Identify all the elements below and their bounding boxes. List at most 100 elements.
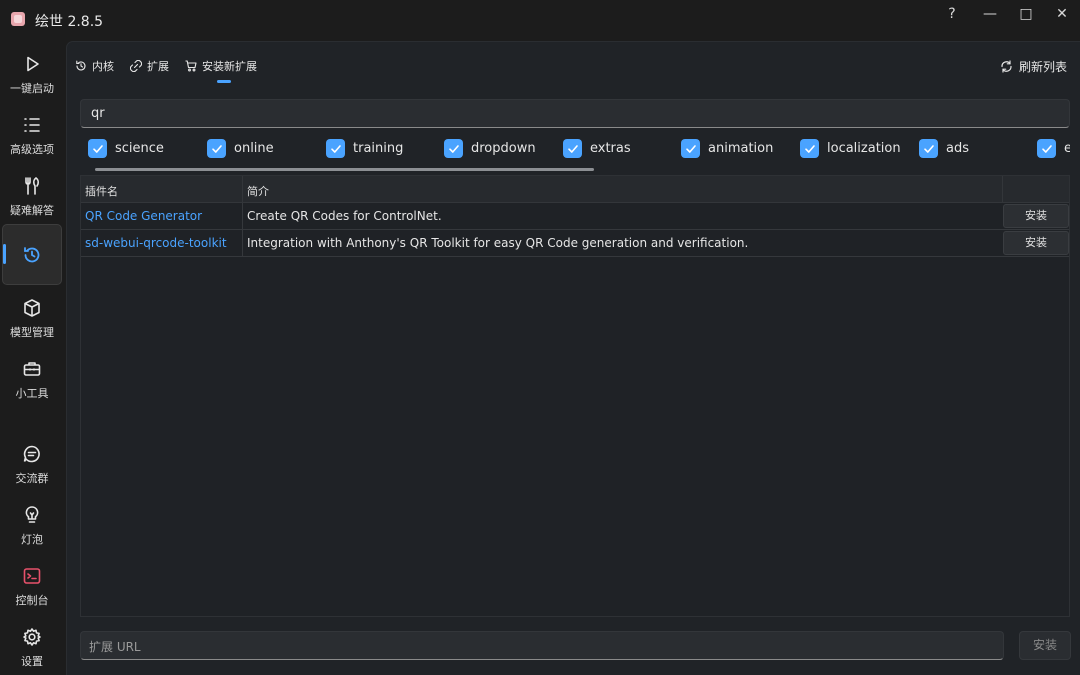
checkbox-checked[interactable] [919, 139, 938, 158]
tag-filter[interactable]: dropdown [444, 139, 536, 158]
checkbox-checked[interactable] [1037, 139, 1056, 158]
main-panel: 内核 扩展 安装新扩展 刷新列表 qr science online train… [66, 41, 1080, 675]
sidebar-item-label: 控制台 [15, 594, 49, 607]
tag-label: science [115, 141, 164, 156]
sidebar-item-lightbulb[interactable]: 灯泡 [0, 505, 64, 547]
tag-label: training [353, 141, 404, 156]
install-extension-button[interactable]: 安装 [1003, 204, 1069, 228]
check-icon [685, 144, 696, 153]
install-url-button[interactable]: 安装 [1019, 631, 1071, 660]
tag-filter[interactable]: extras [563, 139, 631, 158]
check-icon [330, 144, 341, 153]
table-row: QR Code Generator Create QR Codes for Co… [81, 203, 1069, 230]
tab-extensions[interactable]: 扩展 [130, 58, 169, 74]
install-extension-button[interactable]: 安装 [1003, 231, 1069, 255]
column-divider [1002, 176, 1003, 203]
column-header-description: 简介 [247, 185, 269, 198]
tab-label: 扩展 [147, 60, 169, 73]
column-divider [242, 230, 243, 257]
sidebar-item-label: 灯泡 [21, 533, 43, 546]
refresh-icon [1001, 60, 1012, 73]
sidebar-item-settings[interactable]: 设置 [0, 627, 64, 669]
tag-label: ads [946, 141, 969, 156]
extension-description: Create QR Codes for ControlNet. [247, 209, 442, 223]
tag-filter[interactable]: e [1037, 139, 1070, 158]
tag-filter[interactable]: online [207, 139, 274, 158]
minimize-button[interactable]: — [974, 4, 1006, 24]
sidebar-item-label: 交流群 [15, 472, 49, 485]
tag-label: extras [590, 141, 631, 156]
maximize-button[interactable]: □ [1010, 4, 1042, 24]
tab-install-new[interactable]: 安装新扩展 [185, 58, 257, 74]
cart-icon [185, 60, 197, 72]
sidebar-item-label: 模型管理 [10, 326, 54, 339]
extension-name-link[interactable]: QR Code Generator [85, 209, 202, 223]
tag-label: e [1064, 141, 1070, 156]
horizontal-scrollbar[interactable] [95, 168, 594, 171]
sidebar-item-launch[interactable]: 一键启动 [0, 54, 64, 96]
checkbox-checked[interactable] [681, 139, 700, 158]
tag-label: animation [708, 141, 774, 156]
table-header: 插件名 简介 [81, 176, 1069, 203]
check-icon [1041, 144, 1052, 153]
sidebar-item-label: 设置 [21, 655, 43, 668]
tab-kernel[interactable]: 内核 [75, 58, 114, 74]
check-icon [804, 144, 815, 153]
sidebar-item-troubleshoot[interactable]: 疑难解答 [0, 176, 64, 218]
chat-icon [23, 445, 40, 463]
checkbox-checked[interactable] [207, 139, 226, 158]
extension-description: Integration with Anthony's QR Toolkit fo… [247, 236, 749, 250]
extension-name-link[interactable]: sd-webui-qrcode-toolkit [85, 236, 227, 250]
list-icon [24, 118, 40, 132]
tag-filter[interactable]: localization [800, 139, 901, 158]
column-divider [242, 203, 243, 230]
check-icon [92, 144, 103, 153]
tag-filter[interactable]: ads [919, 139, 969, 158]
checkbox-checked[interactable] [800, 139, 819, 158]
sidebar-item-label: 疑难解答 [10, 204, 54, 217]
tab-label: 内核 [92, 60, 114, 73]
tab-label: 安装新扩展 [202, 60, 257, 73]
sidebar-item-tools[interactable]: 小工具 [0, 359, 64, 401]
checkbox-checked[interactable] [563, 139, 582, 158]
tag-filter[interactable]: training [326, 139, 403, 158]
sidebar-item-models[interactable]: 模型管理 [0, 298, 64, 340]
sidebar-item-label: 高级选项 [10, 143, 54, 156]
sidebar-item-history[interactable] [0, 245, 64, 265]
title-bar: 绘世 2.8.5 ? — □ ✕ [0, 0, 1080, 40]
check-icon [448, 144, 459, 153]
app-logo-icon [11, 12, 25, 26]
tag-filter[interactable]: animation [681, 139, 773, 158]
search-input[interactable]: qr [80, 99, 1070, 128]
tab-bar: 内核 扩展 安装新扩展 刷新列表 [67, 42, 1080, 90]
tag-filter[interactable]: science [88, 139, 164, 158]
plugin-icon [130, 60, 142, 72]
toolbox-icon [23, 362, 41, 376]
terminal-icon [23, 568, 41, 584]
sidebar-item-label: 小工具 [15, 387, 49, 400]
sidebar-item-console[interactable]: 控制台 [0, 566, 64, 608]
check-icon [211, 144, 222, 153]
extensions-table: 插件名 简介 QR Code Generator Create QR Codes… [80, 175, 1070, 617]
refresh-list-button[interactable]: 刷新列表 [1000, 58, 1067, 75]
sidebar-item-label: 一键启动 [10, 82, 54, 95]
tag-label: online [234, 141, 274, 156]
sidebar-item-advanced[interactable]: 高级选项 [0, 115, 64, 157]
checkbox-checked[interactable] [88, 139, 107, 158]
check-icon [567, 144, 578, 153]
cube-icon [24, 299, 40, 317]
gear-icon [23, 628, 41, 646]
sidebar-item-community[interactable]: 交流群 [0, 444, 64, 486]
active-tab-indicator [217, 80, 231, 83]
tools-icon [25, 177, 40, 195]
column-divider [242, 176, 243, 203]
checkbox-checked[interactable] [444, 139, 463, 158]
help-button[interactable]: ? [936, 4, 968, 24]
history-icon [24, 247, 40, 263]
play-icon [27, 56, 39, 72]
extension-url-input[interactable]: 扩展 URL [80, 631, 1004, 660]
close-button[interactable]: ✕ [1046, 4, 1078, 24]
refresh-label: 刷新列表 [1018, 60, 1067, 74]
history-icon [76, 60, 86, 71]
checkbox-checked[interactable] [326, 139, 345, 158]
